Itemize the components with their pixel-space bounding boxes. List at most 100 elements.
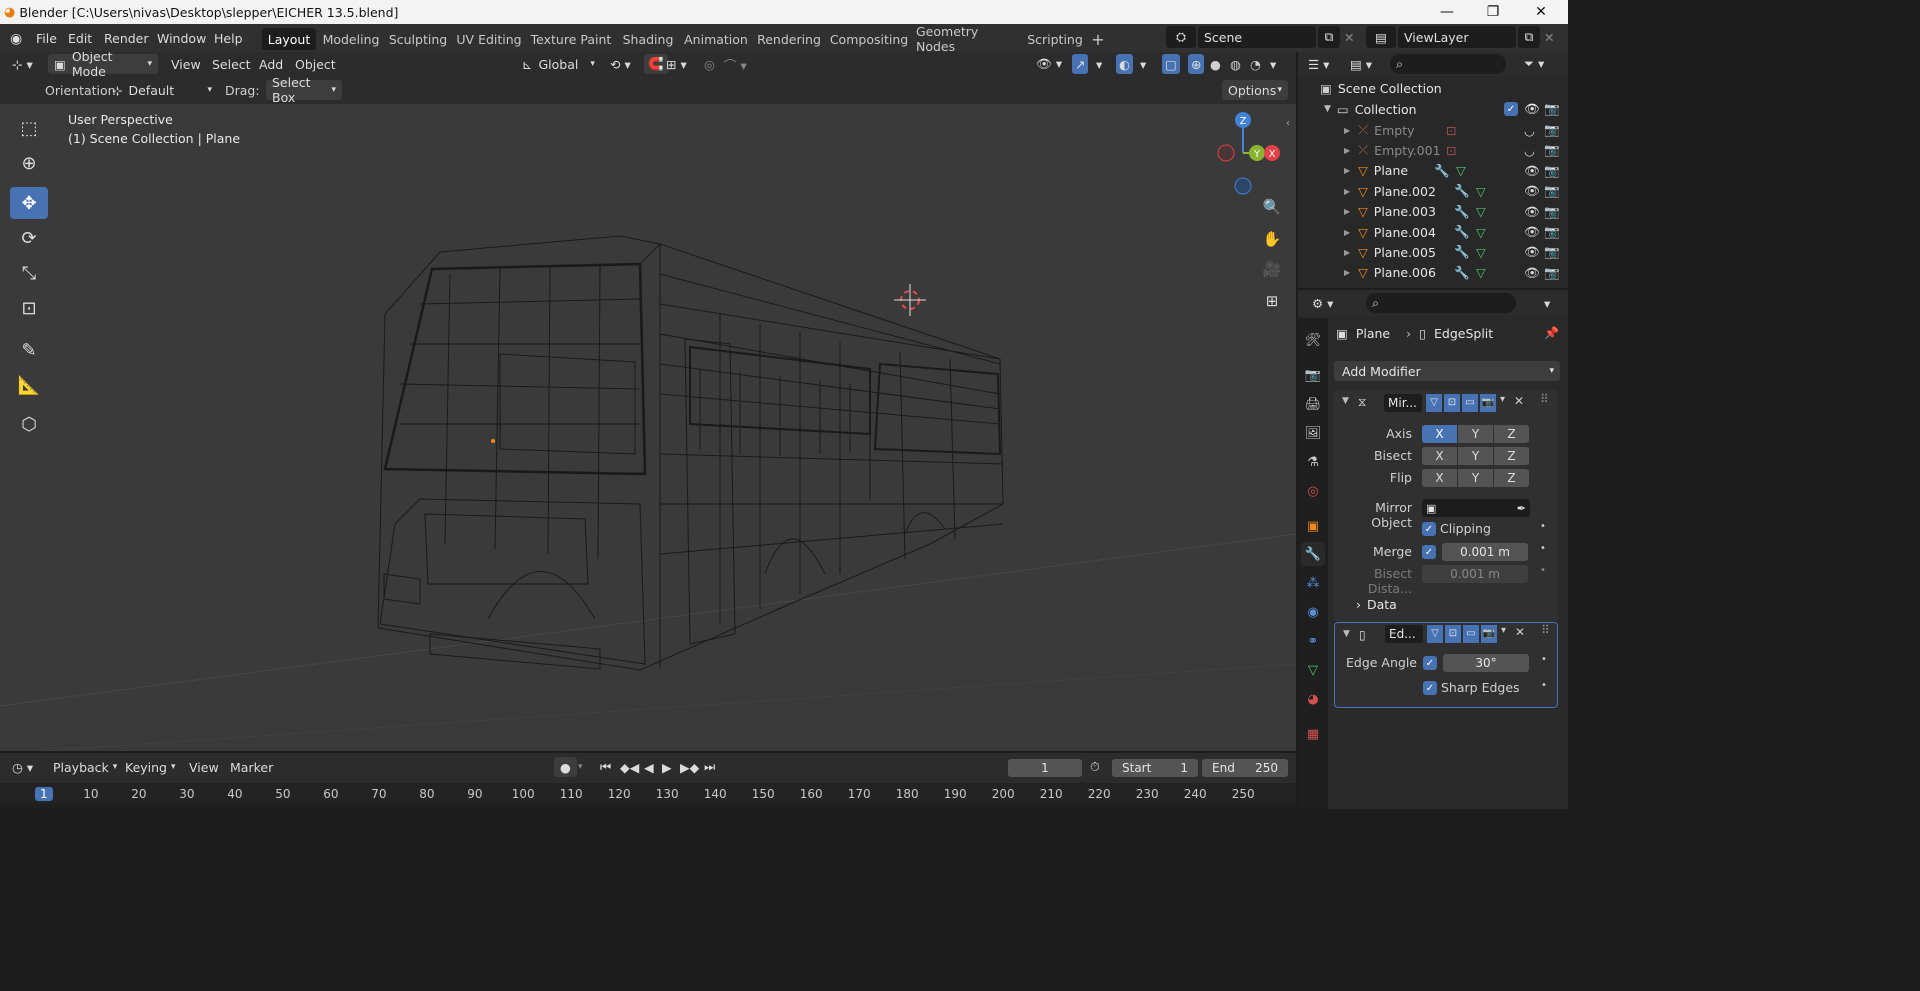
modifier-tab-icon[interactable]: 🔧 (1301, 542, 1325, 566)
outliner-row[interactable]: ▶ ▽ Plane.006 🔧 ▽ 👁 📷 (1298, 263, 1568, 283)
transform-tool-icon[interactable]: ⊡ (10, 292, 48, 324)
tab-geometry-nodes[interactable]: Geometry Nodes (916, 24, 1016, 54)
viewport-menu-object[interactable]: Object (295, 54, 336, 74)
outliner-row[interactable]: ▶ ▽ Plane.003 🔧 ▽ 👁 📷 (1298, 202, 1568, 222)
outliner-row[interactable]: ▶ ▽ Plane.005 🔧 ▽ 👁 📷 (1298, 242, 1568, 262)
end-frame-field[interactable]: End 250 (1202, 759, 1288, 777)
gizmo-dropdown-icon[interactable]: ▾ (1096, 54, 1102, 74)
clipping-checkbox[interactable]: ✓ (1422, 522, 1436, 536)
data-subpanel-toggle[interactable]: › Data (1356, 597, 1397, 612)
mesh-data-icon[interactable]: ▽ (1476, 265, 1486, 280)
edit-mode-icon[interactable]: ⊡ (1445, 625, 1461, 643)
tab-compositing[interactable]: Compositing (830, 28, 908, 50)
realtime-display-icon[interactable]: ▭ (1462, 394, 1478, 412)
outliner-row[interactable]: ▶ ⤫ Empty ⊡ ◡ 📷 (1298, 120, 1568, 140)
render-camera-icon[interactable]: 📷 (1544, 122, 1560, 138)
material-tab-icon[interactable]: ◕ (1301, 687, 1325, 711)
zoom-icon[interactable]: 🔍 (1260, 198, 1284, 222)
mesh-data-icon[interactable]: ▽ (1476, 184, 1486, 199)
keyframe-dot-icon[interactable]: • (1541, 654, 1547, 665)
xray-toggle-icon[interactable]: ▢ (1162, 54, 1180, 74)
tool-tab-icon[interactable]: 🛠 (1301, 328, 1325, 352)
tab-layout[interactable]: Layout (262, 28, 316, 50)
minimize-button[interactable]: — (1424, 0, 1470, 24)
keyframe-dot-icon[interactable]: • (1540, 521, 1546, 532)
pivot-point-icon[interactable]: ⟲ ▾ (610, 54, 631, 74)
expand-down-icon[interactable]: ▼ (1324, 104, 1331, 114)
maximize-button[interactable]: ❐ (1470, 0, 1516, 24)
tab-modeling[interactable]: Modeling (322, 28, 380, 50)
scale-tool-icon[interactable]: ⤡ (10, 257, 48, 289)
expand-right-icon[interactable]: ▶ (1344, 228, 1350, 237)
visibility-eye-icon[interactable]: 👁 (1524, 224, 1540, 240)
scene-browse-icon[interactable]: ⛭ (1166, 26, 1196, 48)
camera-view-icon[interactable]: 🎥 (1260, 260, 1284, 284)
modifier-wrench-icon[interactable]: 🔧 (1454, 224, 1470, 240)
modifier-wrench-icon[interactable]: 🔧 (1454, 183, 1470, 199)
jump-end-icon[interactable]: ⏭ (704, 757, 715, 777)
render-camera-icon[interactable]: 📷 (1544, 265, 1560, 281)
keyframe-dot-icon[interactable]: • (1540, 543, 1546, 554)
wireframe-shading-icon[interactable]: ⊕ (1188, 54, 1205, 74)
edit-mode-icon[interactable]: ⊡ (1444, 394, 1460, 412)
render-camera-icon[interactable]: 📷 (1544, 142, 1560, 158)
overlays-toggle-icon[interactable]: ◐ (1116, 54, 1133, 74)
visibility-icon[interactable]: 👁 ▾ (1036, 54, 1062, 74)
properties-editor-type-icon[interactable]: ⚙ ▾ (1312, 293, 1333, 313)
realtime-display-icon[interactable]: ▭ (1463, 625, 1479, 643)
tab-uv-editing[interactable]: UV Editing (456, 28, 522, 50)
3d-viewport[interactable]: ⊹ ▾ ▣ Object Mode ▾ View Select Add Obje… (0, 52, 1296, 751)
measure-tool-icon[interactable]: 📐 (10, 369, 48, 401)
jump-prev-keyframe-icon[interactable]: ◆◀ (620, 757, 639, 777)
outliner-row[interactable]: ▶ ⤫ Empty.001 ⊡ ◡ 📷 (1298, 140, 1568, 160)
outliner-editor-type-icon[interactable]: ☰ ▾ (1308, 54, 1329, 74)
mode-dropdown[interactable]: ▣ Object Mode ▾ (48, 52, 158, 79)
add-workspace-icon[interactable]: + (1088, 28, 1108, 50)
modifier-menu-icon[interactable]: ▾ (1500, 394, 1505, 405)
output-tab-icon[interactable]: 🖨 (1301, 392, 1325, 416)
empty-data-icon[interactable]: ⊡ (1446, 123, 1456, 138)
delete-scene-icon[interactable]: ✕ (1344, 28, 1354, 47)
transform-orientation-dropdown[interactable]: ⊾ Global ▾ (522, 54, 595, 74)
rotate-tool-icon[interactable]: ⟳ (10, 222, 48, 254)
keyframe-dot-icon[interactable]: • (1541, 680, 1547, 691)
axis-z-toggle[interactable]: Z (1494, 425, 1529, 443)
edge-angle-field[interactable]: 30° (1443, 654, 1529, 672)
flip-x-toggle[interactable]: X (1422, 469, 1457, 487)
tab-texture-paint[interactable]: Texture Paint (530, 28, 612, 50)
jump-next-keyframe-icon[interactable]: ▶◆ (680, 757, 699, 777)
annotate-tool-icon[interactable]: ✎ (10, 334, 48, 366)
move-tool-icon[interactable]: ✥ (10, 187, 48, 219)
snap-target-icon[interactable]: ⊞ ▾ (666, 54, 687, 74)
empty-data-icon[interactable]: ⊡ (1446, 143, 1456, 158)
bisect-z-toggle[interactable]: Z (1494, 447, 1529, 465)
constraints-tab-icon[interactable]: ⚭ (1301, 629, 1325, 653)
menu-window[interactable]: Window (157, 29, 206, 48)
pin-icon[interactable]: 📌 (1544, 326, 1559, 340)
add-cube-tool-icon[interactable]: ⬡ (10, 408, 48, 440)
mesh-data-icon[interactable]: ▽ (1476, 225, 1486, 240)
menu-edit[interactable]: Edit (68, 29, 92, 48)
tab-rendering[interactable]: Rendering (756, 28, 822, 50)
particles-tab-icon[interactable]: ⁂ (1301, 571, 1325, 595)
outliner-row[interactable]: ▶ ▽ Plane 🔧 ▽ 👁 📷 (1298, 161, 1568, 181)
bisect-distance-field[interactable]: 0.001 m (1422, 565, 1528, 583)
object-tab-icon[interactable]: ▣ (1301, 514, 1325, 538)
render-camera-icon[interactable]: 📷 (1544, 163, 1560, 179)
flip-y-toggle[interactable]: Y (1458, 469, 1493, 487)
expand-right-icon[interactable]: ▶ (1344, 248, 1350, 257)
current-frame-field[interactable]: 1 (1008, 759, 1082, 777)
edit-mode-cage-icon[interactable]: ▽ (1426, 394, 1442, 412)
play-icon[interactable]: ▶ (662, 757, 672, 777)
visibility-eye-icon[interactable]: 👁 (1524, 163, 1540, 179)
display-mode-icon[interactable]: ▤ ▾ (1350, 54, 1372, 74)
viewport-menu-add[interactable]: Add (259, 54, 283, 74)
jump-start-icon[interactable]: ⏮ (600, 757, 611, 777)
sidebar-toggle-icon[interactable]: ‹ (1286, 118, 1290, 129)
timeline-keying-menu[interactable]: Keying ▾ (125, 757, 176, 777)
outliner-row[interactable]: ▶ ▽ Plane.002 🔧 ▽ 👁 📷 (1298, 181, 1568, 201)
visibility-eye-icon[interactable]: 👁 (1524, 265, 1540, 281)
render-display-icon[interactable]: 📷 (1481, 625, 1497, 643)
visibility-eye-icon[interactable]: 👁 (1524, 101, 1540, 117)
gizmo-toggle-icon[interactable]: ↗ (1072, 54, 1089, 74)
